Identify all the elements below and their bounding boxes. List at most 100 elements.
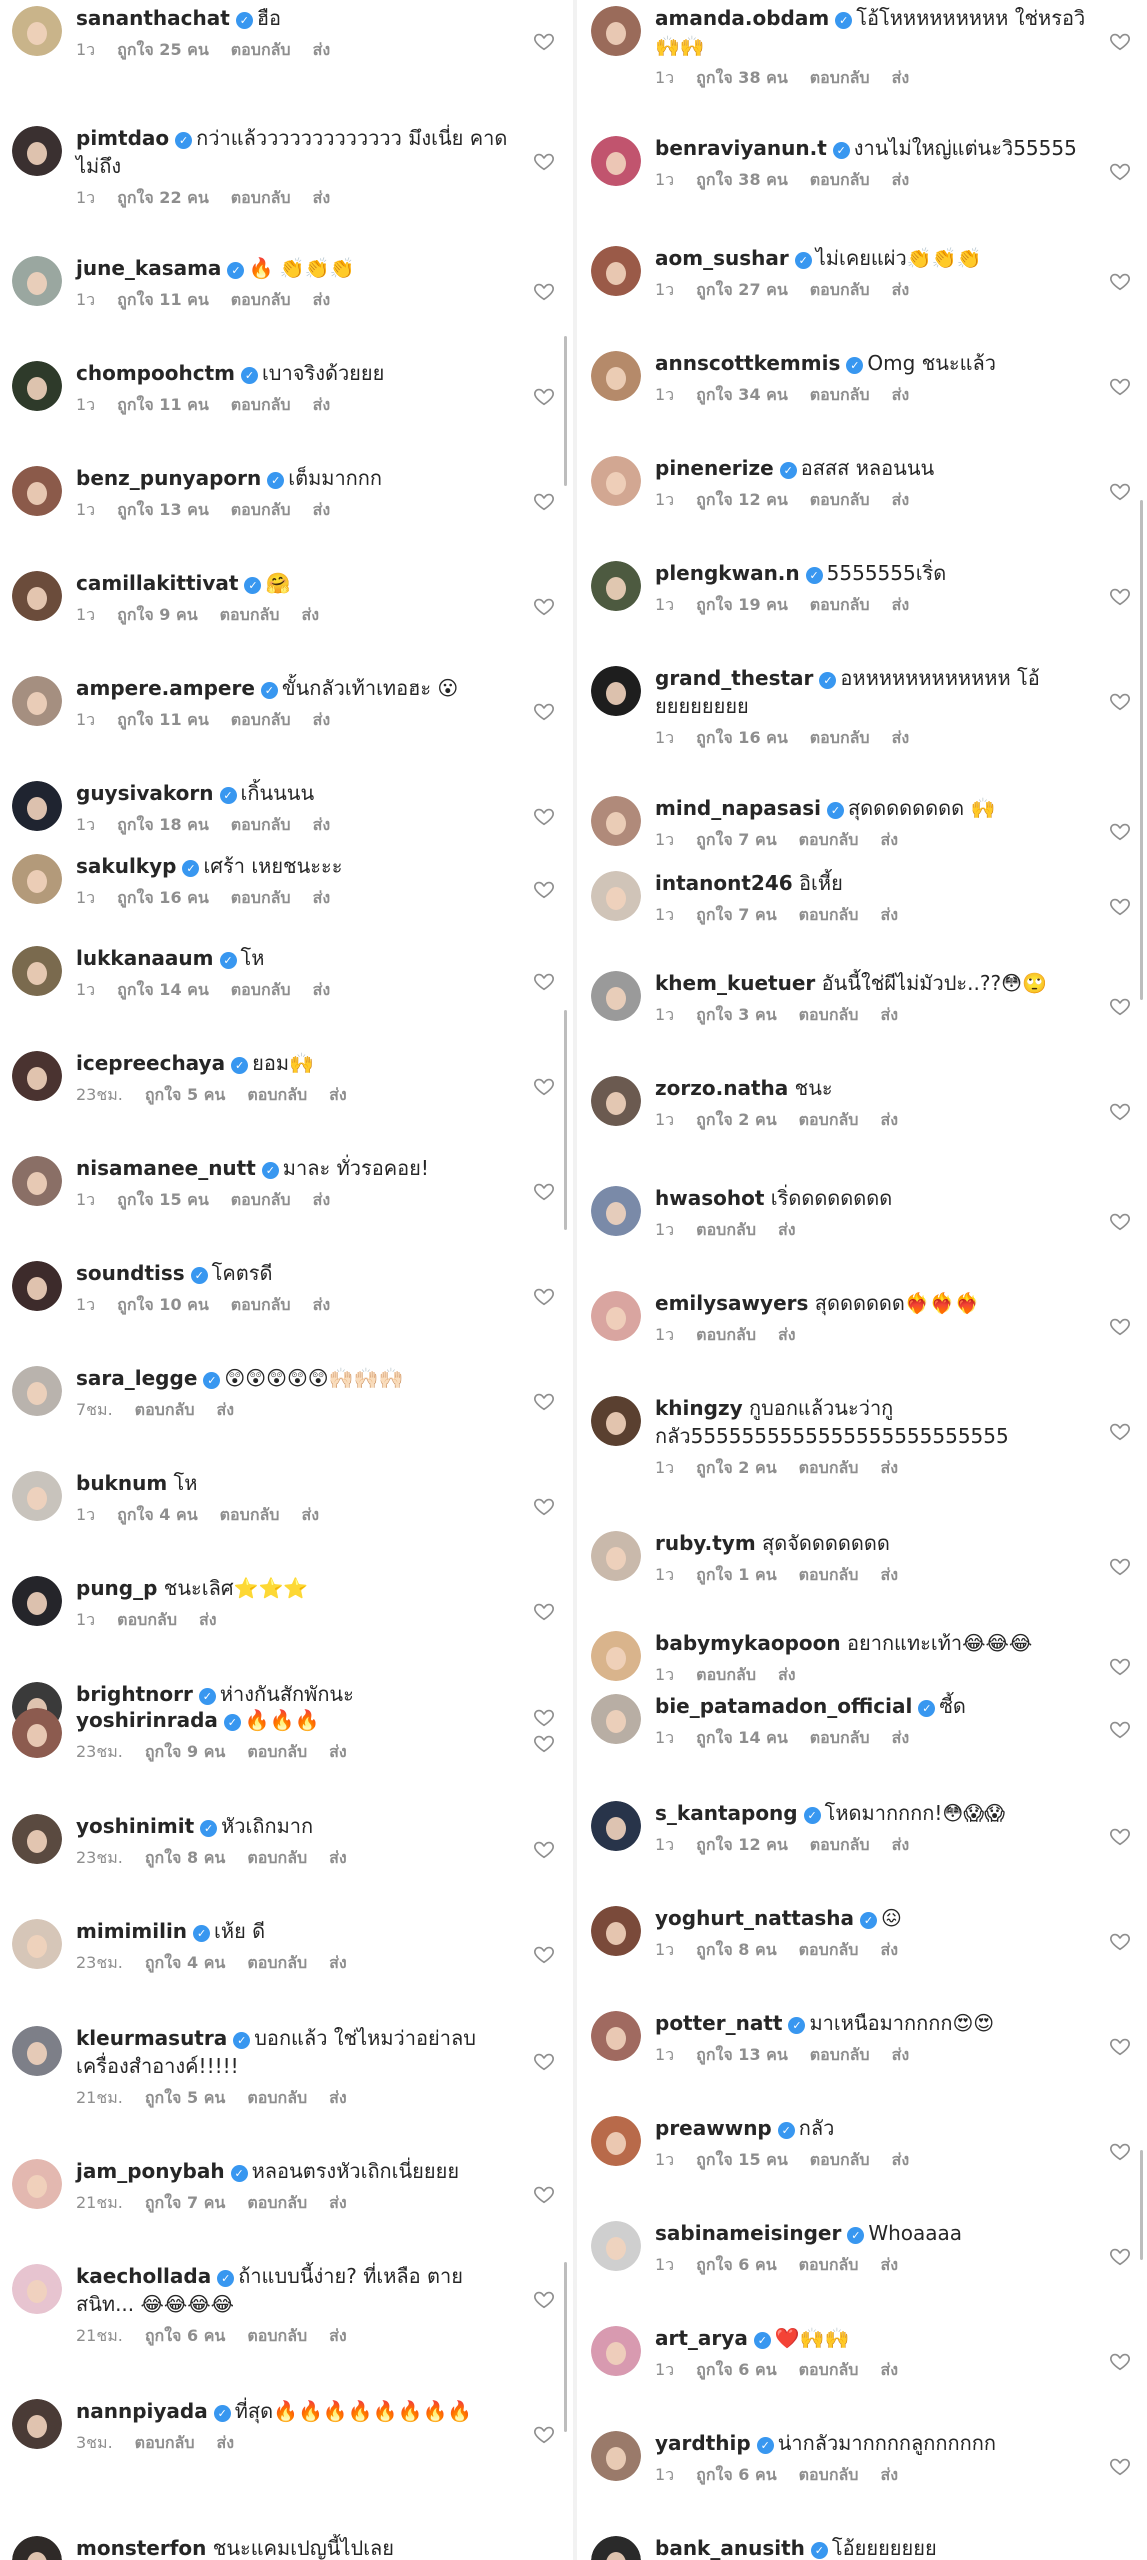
like-count[interactable]: ถูกใจ 11 คน	[117, 290, 209, 309]
send-button[interactable]: ส่ง	[892, 2150, 910, 2169]
avatar[interactable]	[12, 676, 62, 726]
avatar[interactable]	[12, 946, 62, 996]
send-button[interactable]: ส่ง	[313, 1190, 331, 1209]
avatar[interactable]	[12, 1576, 62, 1626]
reply-button[interactable]: ตอบกลับ	[231, 290, 291, 309]
reply-button[interactable]: ตอบกลับ	[231, 888, 291, 907]
like-heart-icon[interactable]	[1109, 1100, 1131, 1122]
like-heart-icon[interactable]	[533, 1838, 555, 1860]
reply-button[interactable]: ตอบกลับ	[810, 385, 870, 404]
like-heart-icon[interactable]	[1109, 995, 1131, 1017]
username-link[interactable]: pung_p	[76, 1576, 157, 1600]
reply-button[interactable]: ตอบกลับ	[247, 1953, 307, 1972]
reply-button[interactable]: ตอบกลับ	[231, 1295, 291, 1314]
username-link[interactable]: sananthachat	[76, 6, 230, 30]
avatar[interactable]	[591, 2326, 641, 2376]
avatar[interactable]	[12, 2264, 62, 2314]
send-button[interactable]: ส่ง	[199, 1610, 217, 1629]
username-link[interactable]: annscottkemmis	[655, 351, 840, 375]
avatar[interactable]	[12, 6, 62, 56]
reply-button[interactable]: ตอบกลับ	[117, 1610, 177, 1629]
like-heart-icon[interactable]	[1109, 30, 1131, 52]
username-link[interactable]: mind_napasasi	[655, 796, 821, 820]
send-button[interactable]: ส่ง	[329, 2088, 347, 2107]
like-count[interactable]: ถูกใจ 12 คน	[696, 1835, 788, 1854]
send-button[interactable]: ส่ง	[892, 2045, 910, 2064]
avatar[interactable]	[12, 1471, 62, 1521]
username-link[interactable]: buknum	[76, 1471, 167, 1495]
like-heart-icon[interactable]	[1109, 690, 1131, 712]
like-count[interactable]: ถูกใจ 22 คน	[117, 188, 209, 207]
reply-button[interactable]: ตอบกลับ	[231, 710, 291, 729]
like-count[interactable]: ถูกใจ 4 คน	[117, 1505, 197, 1524]
send-button[interactable]: ส่ง	[313, 290, 331, 309]
send-button[interactable]: ส่ง	[329, 2326, 347, 2345]
like-heart-icon[interactable]	[533, 1180, 555, 1202]
reply-button[interactable]: ตอบกลับ	[220, 1505, 280, 1524]
avatar[interactable]	[12, 1156, 62, 1206]
like-heart-icon[interactable]	[533, 1732, 555, 1754]
like-count[interactable]: ถูกใจ 15 คน	[117, 1190, 209, 1209]
reply-button[interactable]: ตอบกลับ	[799, 1458, 859, 1477]
reply-button[interactable]: ตอบกลับ	[810, 1835, 870, 1854]
avatar[interactable]	[12, 1814, 62, 1864]
avatar[interactable]	[12, 2159, 62, 2209]
like-heart-icon[interactable]	[1109, 1825, 1131, 1847]
avatar[interactable]	[12, 781, 62, 831]
send-button[interactable]: ส่ง	[880, 2360, 898, 2379]
username-link[interactable]: aom_sushar	[655, 246, 789, 270]
like-heart-icon[interactable]	[533, 280, 555, 302]
reply-button[interactable]: ตอบกลับ	[231, 1190, 291, 1209]
like-count[interactable]: ถูกใจ 18 คน	[117, 815, 209, 834]
username-link[interactable]: kaechollada	[76, 2264, 211, 2288]
like-count[interactable]: ถูกใจ 27 คน	[696, 280, 788, 299]
reply-button[interactable]: ตอบกลับ	[810, 728, 870, 747]
username-link[interactable]: sakulkyp	[76, 854, 176, 878]
username-link[interactable]: babymykaopoon	[655, 1631, 841, 1655]
avatar[interactable]	[591, 1396, 641, 1446]
username-link[interactable]: icepreechaya	[76, 1051, 225, 1075]
username-link[interactable]: soundtiss	[76, 1261, 185, 1285]
avatar[interactable]	[12, 2536, 62, 2560]
reply-button[interactable]: ตอบกลับ	[810, 2150, 870, 2169]
like-count[interactable]: ถูกใจ 6 คน	[696, 2465, 776, 2484]
like-heart-icon[interactable]	[1109, 270, 1131, 292]
username-link[interactable]: ampere.ampere	[76, 676, 255, 700]
reply-button[interactable]: ตอบกลับ	[799, 1005, 859, 1024]
like-count[interactable]: ถูกใจ 8 คน	[145, 1848, 225, 1867]
reply-button[interactable]: ตอบกลับ	[231, 500, 291, 519]
send-button[interactable]: ส่ง	[313, 710, 331, 729]
send-button[interactable]: ส่ง	[313, 980, 331, 999]
username-link[interactable]: bank_anusith	[655, 2536, 805, 2560]
like-count[interactable]: ถูกใจ 10 คน	[117, 1295, 209, 1314]
username-link[interactable]: emilysawyers	[655, 1291, 808, 1315]
send-button[interactable]: ส่ง	[329, 1848, 347, 1867]
like-count[interactable]: ถูกใจ 6 คน	[696, 2360, 776, 2379]
avatar[interactable]	[12, 854, 62, 904]
like-heart-icon[interactable]	[1109, 1930, 1131, 1952]
like-count[interactable]: ถูกใจ 3 คน	[696, 1005, 776, 1024]
scrollbar-right[interactable]	[1140, 500, 1143, 1000]
avatar[interactable]	[591, 2011, 641, 2061]
avatar[interactable]	[591, 1291, 641, 1341]
like-count[interactable]: ถูกใจ 6 คน	[145, 2326, 225, 2345]
username-link[interactable]: pinenerize	[655, 456, 774, 480]
username-link[interactable]: yoshirinrada	[76, 1708, 218, 1732]
reply-button[interactable]: ตอบกลับ	[810, 595, 870, 614]
like-heart-icon[interactable]	[1109, 1315, 1131, 1337]
send-button[interactable]: ส่ง	[778, 1220, 796, 1239]
like-count[interactable]: ถูกใจ 1 คน	[696, 1565, 776, 1584]
username-link[interactable]: june_kasama	[76, 256, 221, 280]
send-button[interactable]: ส่ง	[301, 605, 319, 624]
avatar[interactable]	[12, 361, 62, 411]
username-link[interactable]: mimimilin	[76, 1919, 187, 1943]
like-heart-icon[interactable]	[533, 595, 555, 617]
send-button[interactable]: ส่ง	[880, 1458, 898, 1477]
send-button[interactable]: ส่ง	[313, 395, 331, 414]
send-button[interactable]: ส่ง	[892, 280, 910, 299]
avatar[interactable]	[591, 1801, 641, 1851]
avatar[interactable]	[591, 1631, 641, 1681]
like-count[interactable]: ถูกใจ 15 คน	[696, 2150, 788, 2169]
username-link[interactable]: nisamanee_nutt	[76, 1156, 256, 1180]
avatar[interactable]	[591, 796, 641, 846]
